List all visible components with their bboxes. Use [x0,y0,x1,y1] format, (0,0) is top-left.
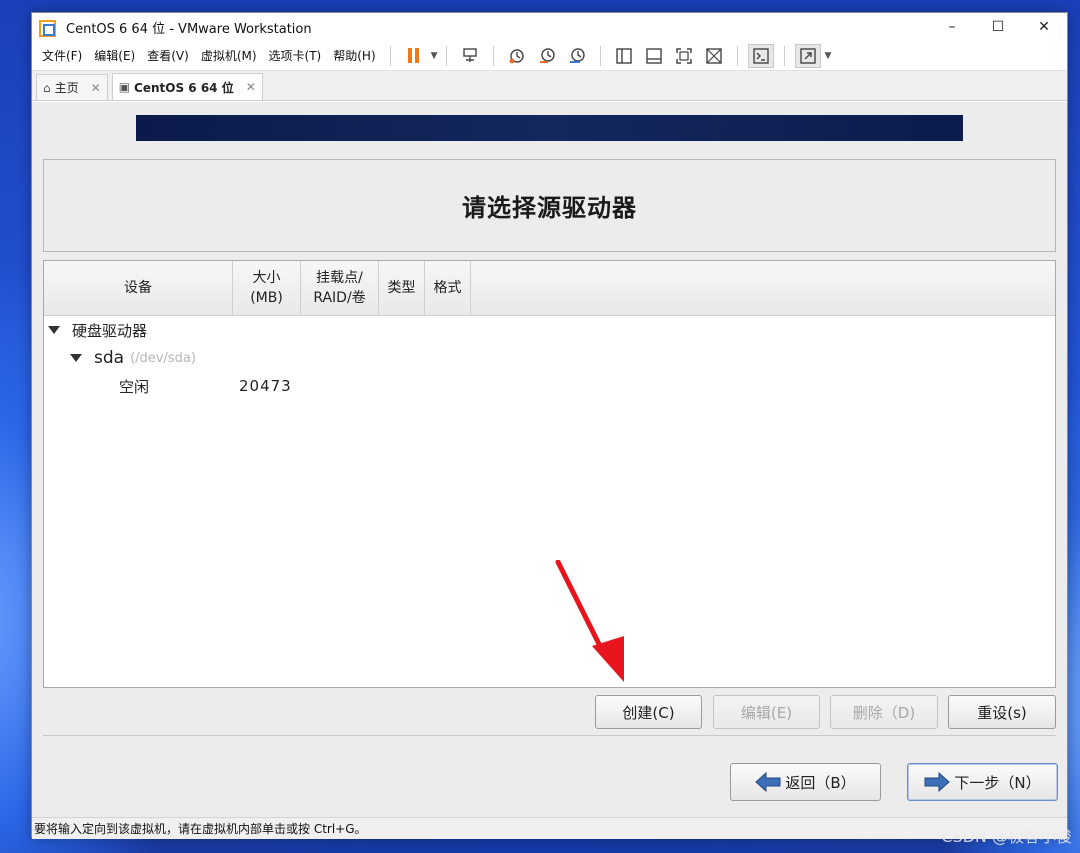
thumbnail-view-icon[interactable] [641,44,667,68]
reset-button[interactable]: 重设(s) [948,695,1056,729]
sidebar-view-icon[interactable] [611,44,637,68]
create-button[interactable]: 创建(C) [595,695,702,729]
next-button[interactable]: 下一步（N） [907,763,1058,801]
back-button[interactable]: 返回（B） [730,763,881,801]
vm-console[interactable]: 请选择源驱动器 设备 大小 (MB) 挂载点/ RAID/卷 类型 格式 硬盘驱… [32,102,1067,817]
delete-button[interactable]: 删除（D) [830,695,938,729]
status-text: 要将输入定向到该虚拟机，请在虚拟机内部单击或按 Ctrl+G。 [34,822,367,836]
unity-icon[interactable] [701,44,727,68]
vm-icon: ▣ [118,80,131,94]
disk-name: sda [94,348,125,368]
page-title: 请选择源驱动器 [462,194,637,222]
status-bar: 要将输入定向到该虚拟机，请在虚拟机内部单击或按 Ctrl+G。 [32,817,1067,839]
tab-home[interactable]: ⌂ 主页 ✕ [36,74,108,100]
title-bar: CentOS 6 64 位 - VMware Workstation – ☐ ✕ [32,13,1067,41]
column-device[interactable]: 设备 [44,261,233,315]
stretch-dropdown-icon[interactable]: ▼ [825,51,832,61]
tree-row-free[interactable]: 空闲 20473 [119,373,419,399]
toolbar-separator [599,45,601,66]
pause-icon[interactable] [401,44,427,68]
maximize-button[interactable]: ☐ [975,13,1021,41]
arrow-left-icon [755,772,781,792]
revert-snapshot-icon[interactable] [534,44,560,68]
tab-centos-close-icon[interactable]: ✕ [246,80,256,94]
disk-path: (/dev/sda) [130,350,196,366]
menu-bar: 文件(F) 编辑(E) 查看(V) 虚拟机(M) 选项卡(T) 帮助(H) ▼ [32,41,1067,71]
snapshot-manager-icon[interactable] [564,44,590,68]
pause-dropdown-icon[interactable]: ▼ [431,51,438,61]
edit-button[interactable]: 编辑(E) [713,695,820,729]
toolbar-separator [736,45,738,66]
column-filler [471,261,1055,315]
installer-banner [136,115,963,141]
menu-help[interactable]: 帮助(H) [327,47,381,64]
tab-home-label: 主页 [54,81,79,95]
menu-file[interactable]: 文件(F) [36,47,88,64]
arrow-right-icon [924,772,951,792]
next-button-label: 下一步（N） [954,773,1041,792]
menu-tabs[interactable]: 选项卡(T) [263,47,328,64]
fullscreen-icon[interactable] [671,44,697,68]
column-mount[interactable]: 挂载点/ RAID/卷 [301,261,379,315]
tab-centos[interactable]: ▣ CentOS 6 64 位 ✕ [111,73,263,100]
column-size-label: 大小 (MB) [250,269,283,306]
column-mount-label: 挂载点/ RAID/卷 [313,269,366,306]
tab-centos-label: CentOS 6 64 位 [134,80,234,95]
close-button[interactable]: ✕ [1021,13,1067,41]
toolbar-separator [389,45,391,66]
watermark: CSDN @极客小俊 [941,827,1072,846]
minimize-button[interactable]: – [929,13,975,41]
vmware-window: CentOS 6 64 位 - VMware Workstation – ☐ ✕… [31,12,1068,839]
button-divider [43,735,1056,736]
toolbar-separator [492,45,494,66]
installer-header: 请选择源驱动器 [43,159,1056,252]
menu-vm[interactable]: 虚拟机(M) [195,47,263,64]
stretch-view-icon[interactable] [794,43,821,68]
window-controls: – ☐ ✕ [929,13,1067,41]
vmware-app-icon [38,19,56,37]
expand-triangle-icon[interactable] [70,354,82,362]
menu-edit[interactable]: 编辑(E) [88,47,141,64]
back-button-label: 返回（B） [785,773,856,792]
tree-row-sda[interactable]: sda (/dev/sda) [70,345,196,371]
send-keys-icon[interactable] [457,44,483,68]
tree-row-hard-drives[interactable]: 硬盘驱动器 [48,317,147,343]
expand-triangle-icon[interactable] [48,326,60,334]
drive-tree-header: 设备 大小 (MB) 挂载点/ RAID/卷 类型 格式 [44,261,1055,316]
column-size[interactable]: 大小 (MB) [233,261,301,315]
column-format[interactable]: 格式 [425,261,471,315]
console-view-icon[interactable] [747,43,774,68]
home-icon: ⌂ [43,80,51,95]
free-space-label: 空闲 [119,377,150,396]
tab-home-close-icon[interactable]: ✕ [91,81,101,95]
free-space-size: 20473 [239,377,292,395]
menu-view[interactable]: 查看(V) [141,47,195,64]
toolbar-separator [445,45,447,66]
column-type[interactable]: 类型 [379,261,425,315]
tab-bar: ⌂ 主页 ✕ ▣ CentOS 6 64 位 ✕ [32,71,1067,101]
toolbar-separator [783,45,785,66]
snapshot-icon[interactable] [504,44,530,68]
hard-drives-label: 硬盘驱动器 [72,321,148,340]
annotation-arrow-icon [555,560,624,682]
window-title: CentOS 6 64 位 - VMware Workstation [66,21,312,37]
